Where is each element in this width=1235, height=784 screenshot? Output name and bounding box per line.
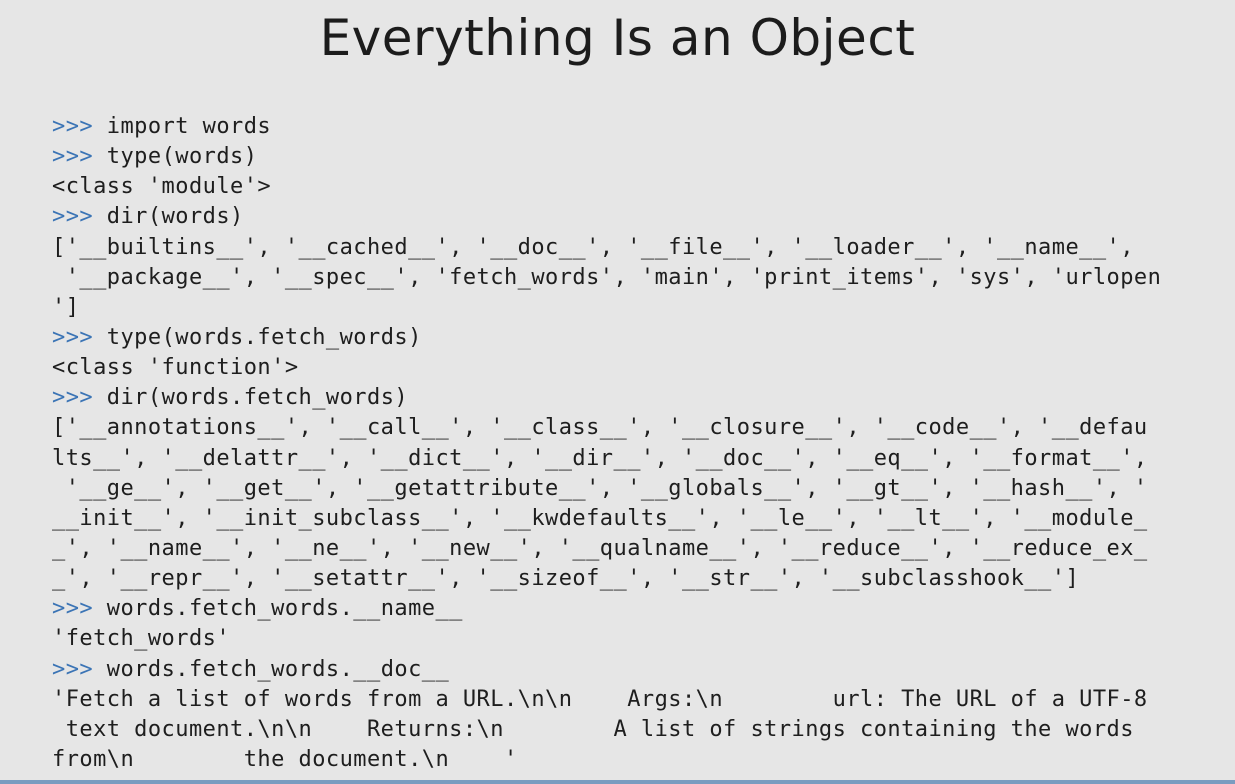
repl-output-line: _', '__repr__', '__setattr__', '__sizeof… <box>52 564 1161 594</box>
repl-prompt: >>> <box>52 596 94 622</box>
repl-output-line: '__ge__', '__get__', '__getattribute__',… <box>52 474 1161 504</box>
repl-output-line: from\n the document.\n ' <box>52 745 1161 775</box>
bottom-border <box>0 780 1235 784</box>
repl-prompt: >>> <box>52 385 94 411</box>
repl-output-line: '__package__', '__spec__', 'fetch_words'… <box>52 263 1161 293</box>
repl-output-line: ['__builtins__', '__cached__', '__doc__'… <box>52 233 1161 263</box>
code-text: from\n the document.\n ' <box>52 746 518 772</box>
code-text: text document.\n\n Returns:\n A list of … <box>52 716 1134 742</box>
code-text: lts__', '__delattr__', '__dict__', '__di… <box>52 445 1148 471</box>
code-text: dir(words.fetch_words) <box>93 385 409 411</box>
repl-input-line: >>> words.fetch_words.__name__ <box>52 594 1161 624</box>
repl-input-line: >>> words.fetch_words.__doc__ <box>52 655 1161 685</box>
code-text: '] <box>52 294 80 320</box>
slide: Everything Is an Object >>> import words… <box>0 0 1235 784</box>
repl-prompt: >>> <box>52 114 94 139</box>
code-text: dir(words) <box>93 204 244 230</box>
code-text: type(words.fetch_words) <box>93 324 422 350</box>
code-text: words.fetch_words.__doc__ <box>93 656 450 682</box>
repl-output-line: lts__', '__delattr__', '__dict__', '__di… <box>52 444 1161 474</box>
repl-output-line: ['__annotations__', '__call__', '__class… <box>52 413 1161 443</box>
code-text: _', '__repr__', '__setattr__', '__sizeof… <box>52 566 1080 592</box>
repl-output-line: text document.\n\n Returns:\n A list of … <box>52 715 1161 745</box>
repl-input-line: >>> import words <box>52 112 1161 142</box>
code-text: <class 'function'> <box>52 355 299 381</box>
code-text: '__package__', '__spec__', 'fetch_words'… <box>52 264 1162 290</box>
repl-output-line: __init__', '__init_subclass__', '__kwdef… <box>52 504 1161 534</box>
code-text: type(words) <box>93 144 258 170</box>
code-text: ['__builtins__', '__cached__', '__doc__'… <box>52 234 1134 260</box>
repl-prompt: >>> <box>52 144 94 170</box>
code-text: <class 'module'> <box>52 174 272 200</box>
repl-prompt: >>> <box>52 204 94 230</box>
code-text: _', '__name__', '__ne__', '__new__', '__… <box>52 535 1148 561</box>
repl-input-line: >>> type(words.fetch_words) <box>52 323 1161 353</box>
repl-output-line: _', '__name__', '__ne__', '__new__', '__… <box>52 534 1161 564</box>
code-text: import words <box>93 114 272 139</box>
python-repl-session: >>> import words >>> type(words) <class 'm… <box>52 112 1161 775</box>
repl-output-line: <class 'module'> <box>52 172 1161 202</box>
repl-prompt: >>> <box>52 324 94 350</box>
code-text: ['__annotations__', '__call__', '__class… <box>52 415 1148 441</box>
repl-input-line: >>> dir(words) <box>52 202 1161 232</box>
code-text: '__ge__', '__get__', '__getattribute__',… <box>52 475 1148 501</box>
code-text: __init__', '__init_subclass__', '__kwdef… <box>52 505 1148 531</box>
slide-title: Everything Is an Object <box>319 9 916 67</box>
repl-output-line: <class 'function'> <box>52 353 1161 383</box>
repl-input-line: >>> type(words) <box>52 142 1161 172</box>
code-text: 'Fetch a list of words from a URL.\n\n A… <box>52 686 1148 712</box>
repl-output-line: 'fetch_words' <box>52 624 1161 654</box>
code-text: words.fetch_words.__name__ <box>93 596 463 622</box>
repl-input-line: >>> dir(words.fetch_words) <box>52 383 1161 413</box>
code-text: 'fetch_words' <box>52 626 231 652</box>
repl-output-line: 'Fetch a list of words from a URL.\n\n A… <box>52 685 1161 715</box>
repl-output-line: '] <box>52 293 1161 323</box>
repl-prompt: >>> <box>52 656 94 682</box>
